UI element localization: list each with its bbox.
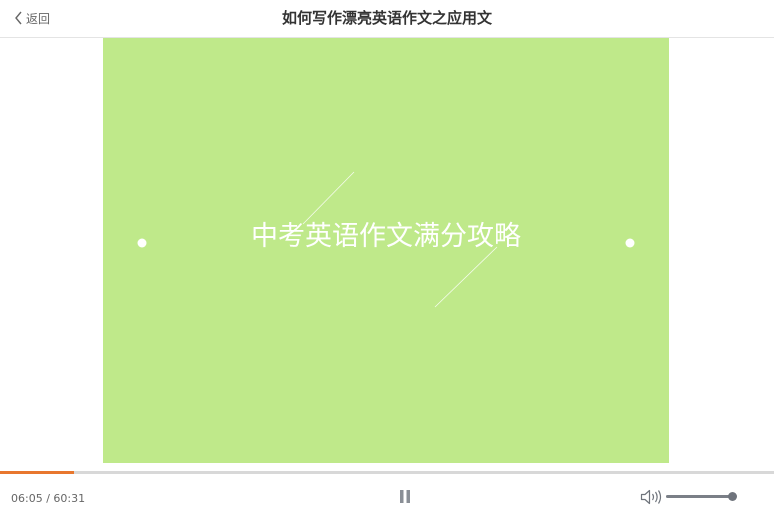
progress-bar[interactable] [0,471,774,474]
duration: 60:31 [53,492,86,505]
progress-fill [0,471,74,474]
volume-knob[interactable] [728,492,737,501]
pause-icon [400,490,410,503]
slide-title: 中考英语作文满分攻略 [251,221,521,252]
video-stage[interactable]: 中考英语作文满分攻略 [103,38,669,463]
time-separator: / [42,492,54,505]
volume-button[interactable] [640,489,662,505]
current-time: 06:05 [11,492,43,505]
header-bar: 返回 如何写作漂亮英语作文之应用文 [0,0,774,38]
video-player-page: 返回 如何写作漂亮英语作文之应用文 中考英语作文满分攻略 06:05 / 60:… [0,0,774,514]
page-title: 如何写作漂亮英语作文之应用文 [281,9,492,27]
volume-slider[interactable] [666,492,737,501]
pause-button[interactable] [398,489,412,504]
volume-fill [666,495,732,498]
slide-line-lower [434,246,498,308]
time-display: 06:05 / 60:31 [11,492,85,505]
speaker-icon [640,489,662,505]
